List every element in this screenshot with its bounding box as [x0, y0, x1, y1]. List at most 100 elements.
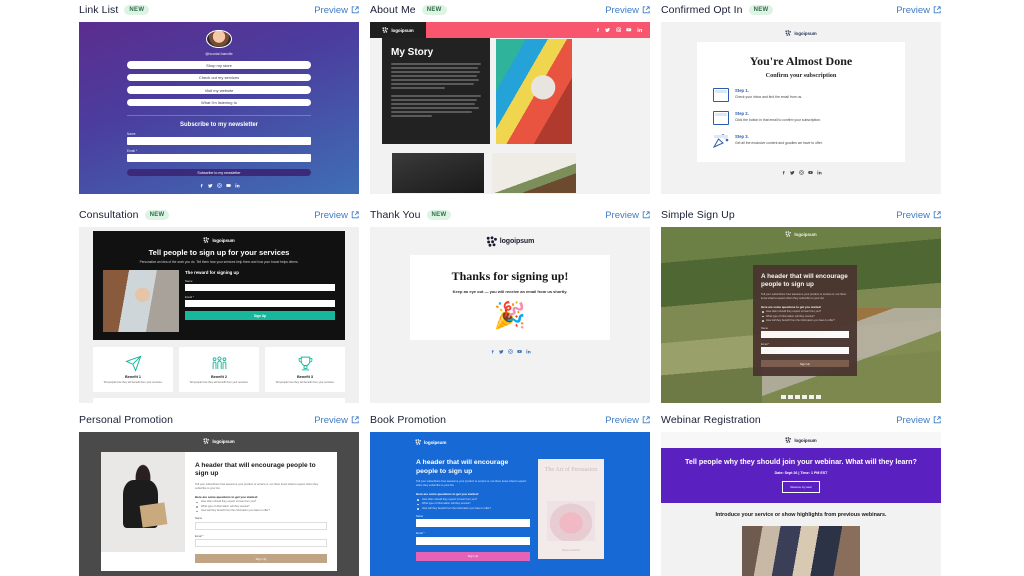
template-thumbnail[interactable]: logoipsum A header that will encourage p…	[370, 432, 650, 576]
signup-button[interactable]: Sign Up	[761, 360, 849, 368]
youtube-icon[interactable]	[807, 170, 813, 175]
logo-text: logoipsum	[794, 437, 817, 443]
youtube-icon[interactable]	[802, 394, 807, 399]
template-thumbnail[interactable]: logoipsum Tell people why they should jo…	[661, 432, 941, 576]
template-card-book-promotion[interactable]: Book Promotion Preview logoipsum A heade…	[370, 410, 650, 576]
preview-link[interactable]: Preview	[896, 210, 941, 221]
step-title: Step 3.	[735, 134, 749, 139]
logoipsum-icon	[203, 237, 210, 243]
template-thumbnail[interactable]: logoipsum My Story	[370, 22, 650, 194]
confetti-icon	[712, 134, 729, 149]
template-card-confirmed-opt-in[interactable]: Confirmed Opt In NEW Preview logoipsum Y…	[661, 0, 941, 205]
logo-text: logoipsum	[424, 439, 447, 445]
preview-link[interactable]: Preview	[314, 5, 359, 16]
signup-button[interactable]: Sign Up	[416, 551, 530, 561]
preview-link[interactable]: Preview	[314, 210, 359, 221]
signup-button[interactable]: Sign Up	[195, 554, 327, 564]
youtube-icon[interactable]	[225, 183, 231, 188]
email-input[interactable]	[761, 347, 849, 355]
signup-form: A header that will encourage people to s…	[416, 459, 530, 561]
facebook-icon[interactable]	[781, 170, 786, 175]
instagram-icon[interactable]	[795, 394, 800, 399]
instagram-icon[interactable]	[615, 27, 622, 33]
external-link-icon	[933, 211, 941, 219]
template-card-thank-you[interactable]: Thank You NEW Preview logoipsum Thanks f…	[370, 205, 650, 410]
template-card-link-list[interactable]: Link List NEW Preview @social.handle Sho…	[79, 0, 359, 205]
email-input[interactable]	[195, 539, 327, 548]
template-thumbnail[interactable]: logoipsum You're Almost Done Confirm you…	[661, 22, 941, 194]
signup-button[interactable]: Sign Up	[185, 311, 335, 321]
preview-link[interactable]: Preview	[896, 415, 941, 426]
linkedin-icon[interactable]	[636, 27, 643, 33]
trophy-icon	[270, 354, 340, 372]
template-thumbnail[interactable]: @social.handle Shop my store Check out m…	[79, 22, 359, 194]
twitter-icon[interactable]	[605, 27, 611, 33]
facebook-icon[interactable]	[490, 349, 495, 354]
social-icon-row	[199, 183, 240, 188]
external-link-icon	[351, 6, 359, 14]
logo-block: logoipsum	[661, 432, 941, 448]
name-input[interactable]	[761, 331, 849, 339]
template-gallery-grid: Link List NEW Preview @social.handle Sho…	[0, 0, 1024, 576]
template-card-webinar-registration[interactable]: Webinar Registration Preview logoipsum T…	[661, 410, 941, 576]
preview-link[interactable]: Preview	[314, 415, 359, 426]
template-thumbnail[interactable]: logoipsum A header that will encourage p…	[79, 432, 359, 576]
benefit-text: Tell people how they will benefit from y…	[103, 381, 163, 385]
facebook-icon[interactable]	[595, 27, 601, 33]
name-input[interactable]	[195, 521, 327, 530]
logo-text: logoipsum	[794, 231, 817, 237]
benefit-title: Benefit 2	[210, 375, 228, 380]
preview-link[interactable]: Preview	[605, 210, 650, 221]
name-input[interactable]	[127, 137, 311, 146]
template-card-about-me[interactable]: About Me NEW Preview logoipsum My Story	[370, 0, 650, 205]
youtube-icon[interactable]	[516, 349, 522, 354]
youtube-icon[interactable]	[626, 27, 632, 33]
preview-label: Preview	[605, 209, 639, 221]
instagram-icon[interactable]	[216, 183, 222, 188]
bullet-item: How will they benefit from the informati…	[761, 319, 849, 322]
template-thumbnail[interactable]: logoipsum A header that will encourage p…	[661, 227, 941, 403]
bullet-item: How will they benefit from the informati…	[416, 507, 530, 510]
bullet-item: What type of information will they recei…	[416, 502, 530, 505]
link-button[interactable]: Shop my store	[127, 61, 311, 69]
template-card-simple-sign-up[interactable]: Simple Sign Up Preview logoipsum A heade…	[661, 205, 941, 410]
twitter-icon[interactable]	[498, 349, 504, 354]
linkedin-icon[interactable]	[816, 170, 822, 175]
link-button[interactable]: Visit my website	[127, 86, 311, 94]
link-button[interactable]: What I'm listening to	[127, 98, 311, 107]
instagram-icon[interactable]	[507, 349, 513, 354]
template-card-personal-promotion[interactable]: Personal Promotion Preview logoipsum A h…	[79, 410, 359, 576]
preview-link[interactable]: Preview	[605, 5, 650, 16]
email-input[interactable]	[185, 300, 335, 308]
linkedin-icon[interactable]	[809, 394, 814, 399]
template-title: Thank You	[370, 209, 421, 221]
twitter-icon[interactable]	[207, 183, 213, 188]
link-button[interactable]: Check out my services	[127, 73, 311, 82]
new-badge: NEW	[421, 5, 447, 15]
facebook-icon[interactable]	[781, 394, 786, 399]
preview-link[interactable]: Preview	[896, 5, 941, 16]
linkedin-icon[interactable]	[234, 183, 240, 188]
pinterest-icon[interactable]	[816, 394, 821, 399]
twitter-icon[interactable]	[788, 394, 793, 399]
inbox-icon	[713, 88, 729, 102]
linkedin-icon[interactable]	[525, 349, 531, 354]
hero-section: logoipsum Tell people to sign up for you…	[93, 231, 345, 341]
template-card-consultation[interactable]: Consultation NEW Preview logoipsum Tell …	[79, 205, 359, 410]
template-thumbnail[interactable]: logoipsum Tell people to sign up for you…	[79, 227, 359, 403]
new-badge: NEW	[144, 210, 170, 220]
book-author: Name of Author	[561, 549, 581, 552]
twitter-icon[interactable]	[789, 170, 795, 175]
email-input[interactable]	[127, 154, 311, 163]
subscribe-button[interactable]: Subscribe to my newsletter	[127, 169, 311, 176]
facebook-icon[interactable]	[199, 183, 204, 188]
benefits-row: Benefit 1 Tell people how they will bene…	[93, 347, 345, 392]
instagram-icon[interactable]	[798, 170, 804, 175]
name-input[interactable]	[185, 284, 335, 292]
name-input[interactable]	[416, 519, 530, 528]
email-input[interactable]	[416, 536, 530, 545]
template-thumbnail[interactable]: logoipsum Thanks for signing up! Keep an…	[370, 227, 650, 403]
preview-link[interactable]: Preview	[605, 415, 650, 426]
reserve-seat-button[interactable]: Reserve my seat	[781, 480, 821, 493]
bullet-item: How often should they expect to hear fro…	[416, 498, 530, 501]
